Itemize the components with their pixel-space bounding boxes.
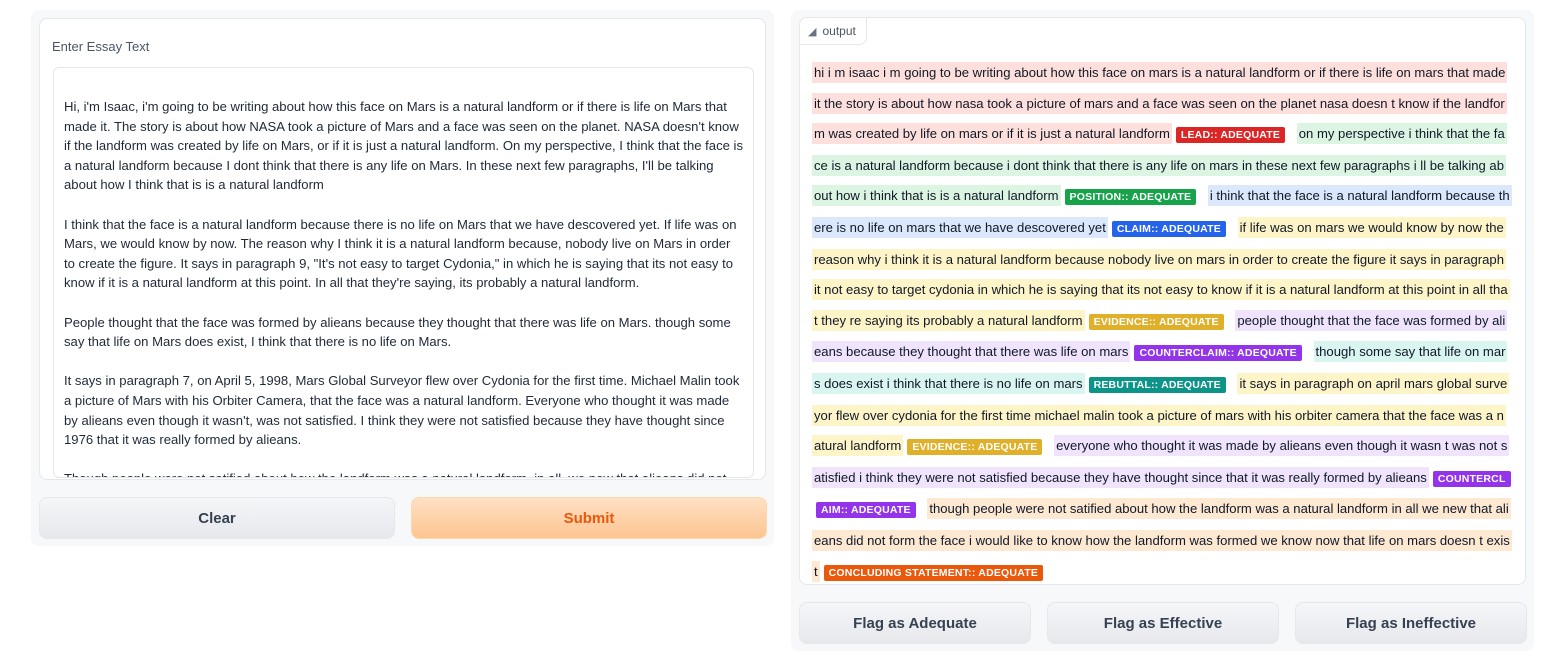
segment-label-badge: COUNTERCLAIM:: ADEQUATE (1134, 345, 1302, 362)
segment-label-badge: EVIDENCE:: ADEQUATE (907, 439, 1043, 456)
label-icon: ◢ (808, 25, 817, 38)
output-label: output (822, 24, 856, 38)
segment-label-badge: CONCLUDING STATEMENT:: ADEQUATE (823, 564, 1044, 581)
submit-button[interactable]: Submit (411, 497, 767, 539)
flag-adequate-button[interactable]: Flag as Adequate (799, 602, 1031, 644)
highlighted-text: hi i m isaac i m going to be writing abo… (812, 58, 1512, 588)
essay-input-block: Enter Essay Text Hi, i'm Isaac, i'm goin… (39, 18, 766, 480)
essay-paragraph: People thought that the face was formed … (64, 314, 731, 350)
segment-label-badge: LEAD:: ADEQUATE (1175, 127, 1286, 144)
output-panel: ◢ output hi i m isaac i m going to be wr… (791, 10, 1534, 651)
essay-input-label: Enter Essay Text (52, 39, 150, 54)
output-label-tag: ◢ output (799, 17, 867, 45)
essay-textarea[interactable]: Hi, i'm Isaac, i'm going to be writing a… (53, 67, 754, 478)
segment-label-badge: REBUTTAL:: ADEQUATE (1088, 376, 1226, 393)
input-panel: Enter Essay Text Hi, i'm Isaac, i'm goin… (31, 10, 774, 546)
essay-paragraph: It says in paragraph 7, on April 5, 1998… (64, 373, 740, 448)
output-block: ◢ output hi i m isaac i m going to be wr… (799, 17, 1526, 585)
essay-paragraph: I think that the face is a natural landf… (64, 216, 737, 291)
segment-label-badge: EVIDENCE:: ADEQUATE (1088, 313, 1224, 330)
flag-ineffective-button[interactable]: Flag as Ineffective (1295, 602, 1527, 644)
flag-effective-button[interactable]: Flag as Effective (1047, 602, 1279, 644)
essay-paragraph: Hi, i'm Isaac, i'm going to be writing a… (64, 99, 743, 193)
essay-paragraph: Though people were not satified about ho… (64, 469, 743, 477)
segment-label-badge: POSITION:: ADEQUATE (1064, 189, 1197, 206)
segment-label-badge: CLAIM:: ADEQUATE (1111, 220, 1226, 237)
clear-button[interactable]: Clear (39, 497, 395, 539)
